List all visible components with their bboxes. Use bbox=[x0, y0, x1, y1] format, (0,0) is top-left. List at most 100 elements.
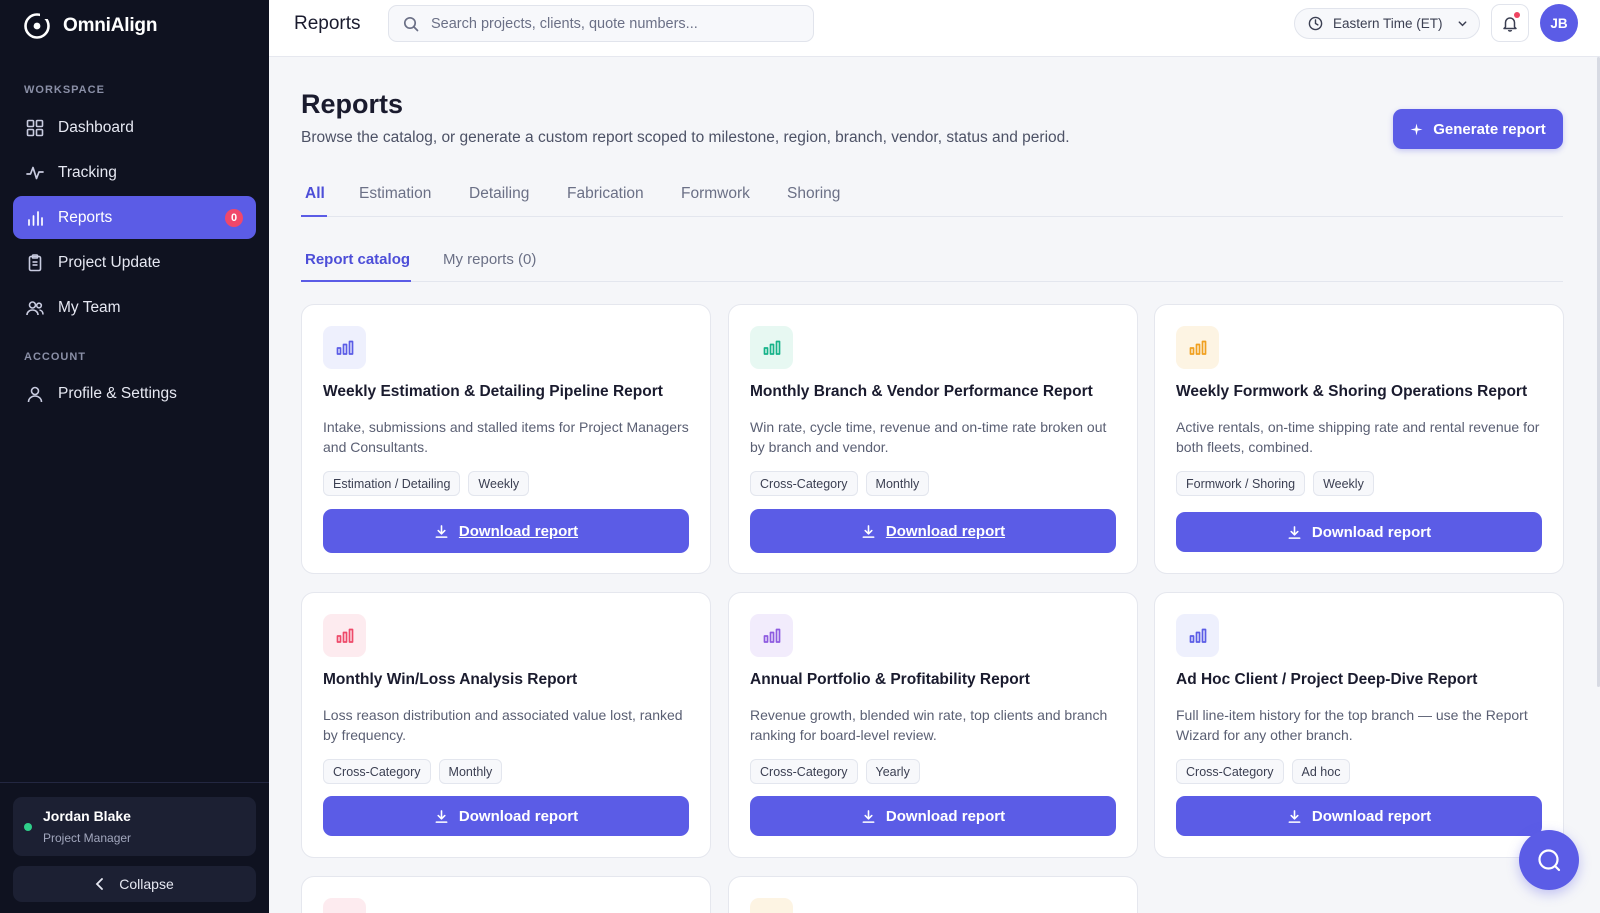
sidebar-item-label: My Team bbox=[58, 298, 121, 316]
collapse-sidebar-button[interactable]: Collapse bbox=[13, 866, 256, 902]
search-input[interactable] bbox=[431, 15, 791, 32]
download-label: Download report bbox=[1311, 807, 1432, 825]
tab-all[interactable]: All bbox=[305, 185, 325, 203]
collapse-label: Collapse bbox=[119, 876, 174, 892]
chevron-left-icon bbox=[95, 878, 104, 890]
category-tag: Cross-Category bbox=[323, 759, 431, 784]
download-report-button[interactable]: Download report bbox=[323, 796, 689, 836]
bar-chart-icon bbox=[1189, 340, 1206, 355]
sidebar: OmniAlign WORKSPACE Dashboard Tracking R… bbox=[0, 0, 269, 913]
report-card-partial bbox=[301, 876, 711, 913]
topbar: Reports Eastern Time (ET) JB bbox=[269, 0, 1600, 57]
card-icon-tile bbox=[750, 898, 793, 913]
grid-icon bbox=[26, 119, 44, 136]
report-card: Monthly Win/Loss Analysis Report Loss re… bbox=[301, 592, 711, 858]
category-tag: Cross-Category bbox=[1176, 759, 1284, 784]
download-report-button[interactable]: Download report bbox=[1176, 512, 1542, 552]
report-card: Monthly Branch & Vendor Performance Repo… bbox=[728, 304, 1138, 574]
card-icon-tile bbox=[1176, 614, 1219, 657]
chevron-down-icon bbox=[1458, 21, 1466, 27]
card-tags: Cross-Category Ad hoc bbox=[1176, 759, 1351, 784]
sidebar-item-label: Reports bbox=[58, 208, 113, 226]
card-description: Active rentals, on-time shipping rate an… bbox=[1176, 419, 1540, 455]
user-name: Jordan Blake bbox=[43, 808, 131, 824]
search-box[interactable] bbox=[388, 5, 814, 42]
download-icon bbox=[1288, 809, 1301, 823]
frequency-tag: Monthly bbox=[865, 471, 930, 496]
card-description: Intake, submissions and stalled items fo… bbox=[323, 419, 689, 455]
card-tags: Cross-Category Monthly bbox=[750, 471, 930, 496]
tab-detailing[interactable]: Detailing bbox=[469, 185, 529, 203]
card-icon-tile bbox=[323, 898, 366, 913]
download-report-button[interactable]: Download report bbox=[750, 509, 1116, 553]
clock-icon bbox=[1308, 16, 1323, 31]
card-title: Weekly Estimation & Detailing Pipeline R… bbox=[323, 383, 663, 400]
download-icon bbox=[435, 524, 448, 538]
chat-support-button[interactable] bbox=[1519, 830, 1579, 890]
card-description: Win rate, cycle time, revenue and on-tim… bbox=[750, 419, 1107, 455]
category-tag: Estimation / Detailing bbox=[323, 471, 461, 496]
download-label: Download report bbox=[1311, 523, 1432, 541]
topbar-title: Reports bbox=[294, 13, 361, 34]
bar-chart-icon bbox=[336, 628, 353, 643]
sidebar-divider bbox=[0, 782, 269, 783]
activity-icon bbox=[26, 166, 44, 179]
generate-report-label: Generate report bbox=[1433, 120, 1546, 138]
card-title: Weekly Formwork & Shoring Operations Rep… bbox=[1176, 383, 1528, 400]
sidebar-item-reports[interactable]: Reports 0 bbox=[13, 196, 256, 239]
frequency-tag: Monthly bbox=[438, 759, 503, 784]
frequency-tag: Weekly bbox=[468, 471, 530, 496]
page-title: Reports bbox=[301, 89, 404, 119]
card-icon-tile bbox=[750, 326, 793, 369]
card-tags: Estimation / Detailing Weekly bbox=[323, 471, 530, 496]
avatar[interactable]: JB bbox=[1540, 4, 1578, 42]
view-subtabs: Report catalog My reports (0) bbox=[301, 244, 1563, 282]
user-icon bbox=[27, 386, 43, 402]
sidebar-item-label: Project Update bbox=[58, 253, 161, 271]
report-card: Ad Hoc Client / Project Deep-Dive Report… bbox=[1154, 592, 1564, 858]
card-icon-tile bbox=[323, 326, 366, 369]
download-icon bbox=[435, 809, 448, 823]
category-tag: Cross-Category bbox=[750, 471, 858, 496]
card-description: Full line-item history for the top branc… bbox=[1176, 707, 1528, 743]
online-status-dot bbox=[24, 823, 32, 831]
frequency-tag: Yearly bbox=[865, 759, 920, 784]
tab-report-catalog[interactable]: Report catalog bbox=[305, 251, 410, 268]
sidebar-item-profile-settings[interactable]: Profile & Settings bbox=[13, 372, 256, 415]
report-card: Weekly Estimation & Detailing Pipeline R… bbox=[301, 304, 711, 574]
sidebar-item-tracking[interactable]: Tracking bbox=[13, 151, 256, 194]
download-report-button[interactable]: Download report bbox=[323, 509, 689, 553]
user-card[interactable]: Jordan Blake Project Manager bbox=[13, 797, 256, 856]
active-subtab-indicator bbox=[301, 280, 411, 282]
app-name: OmniAlign bbox=[63, 15, 158, 36]
tab-shoring[interactable]: Shoring bbox=[787, 185, 840, 203]
timezone-select[interactable]: Eastern Time (ET) bbox=[1294, 8, 1480, 39]
bar-chart-icon bbox=[336, 340, 353, 355]
card-title: Ad Hoc Client / Project Deep-Dive Report bbox=[1176, 671, 1478, 688]
user-role: Project Manager bbox=[43, 831, 132, 845]
page-subtitle: Browse the catalog, or generate a custom… bbox=[301, 129, 1070, 146]
card-description: Revenue growth, blended win rate, top cl… bbox=[750, 707, 1108, 743]
brand[interactable]: OmniAlign bbox=[23, 12, 157, 40]
notification-dot bbox=[1514, 12, 1520, 18]
tab-fabrication[interactable]: Fabrication bbox=[567, 185, 644, 203]
tab-formwork[interactable]: Formwork bbox=[681, 185, 750, 203]
sparkle-icon bbox=[1410, 122, 1423, 136]
tab-my-reports[interactable]: My reports (0) bbox=[443, 251, 536, 268]
report-card: Weekly Formwork & Shoring Operations Rep… bbox=[1154, 304, 1564, 574]
sidebar-item-project-update[interactable]: Project Update bbox=[13, 241, 256, 284]
sidebar-item-my-team[interactable]: My Team bbox=[13, 286, 256, 329]
frequency-tag: Ad hoc bbox=[1291, 759, 1351, 784]
generate-report-button[interactable]: Generate report bbox=[1393, 109, 1563, 149]
card-tags: Cross-Category Monthly bbox=[323, 759, 503, 784]
download-icon bbox=[862, 524, 875, 538]
sidebar-item-label: Profile & Settings bbox=[58, 384, 177, 402]
download-label: Download report bbox=[885, 522, 1006, 540]
notifications-button[interactable] bbox=[1491, 4, 1529, 42]
sidebar-item-dashboard[interactable]: Dashboard bbox=[13, 106, 256, 149]
download-report-button[interactable]: Download report bbox=[1176, 796, 1542, 836]
tab-estimation[interactable]: Estimation bbox=[359, 185, 431, 203]
download-label: Download report bbox=[885, 807, 1006, 825]
download-report-button[interactable]: Download report bbox=[750, 796, 1116, 836]
users-icon bbox=[26, 300, 44, 315]
